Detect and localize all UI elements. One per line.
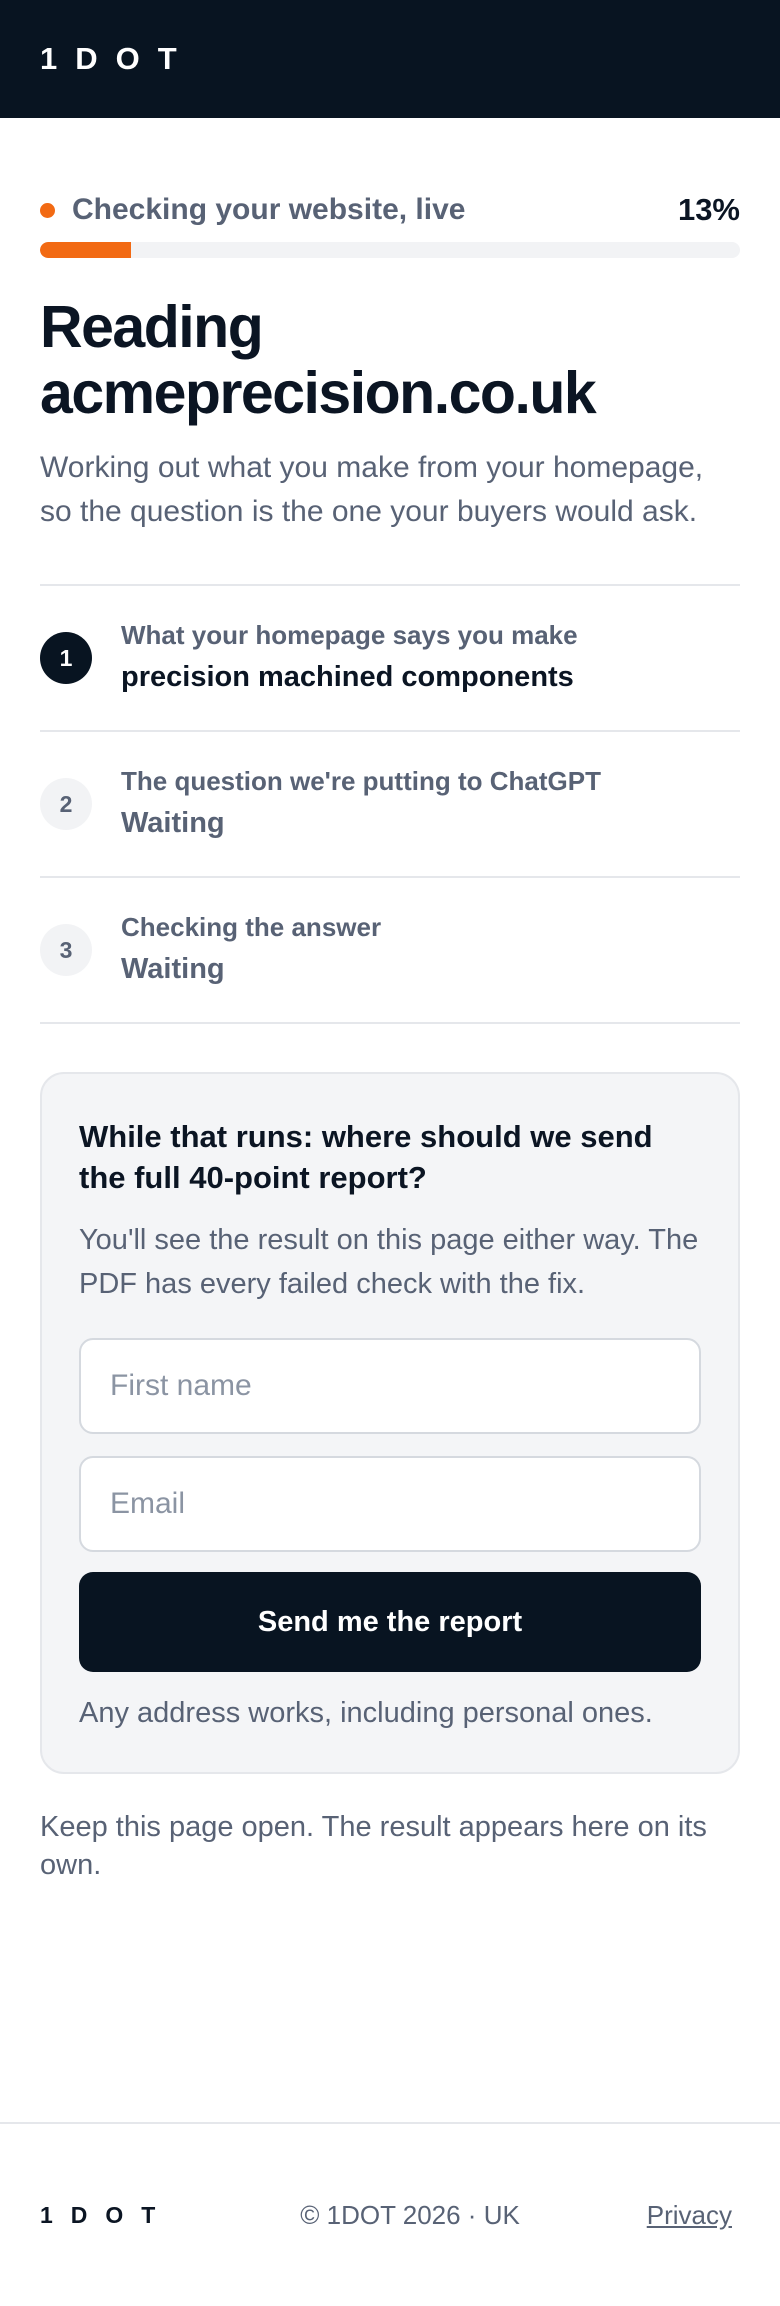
step-2: 2 The question we're putting to ChatGPT …: [40, 732, 740, 878]
report-card-title: While that runs: where should we send th…: [79, 1119, 653, 1195]
send-report-button[interactable]: Send me the report: [79, 1572, 701, 1672]
step-number-badge: 3: [40, 924, 92, 976]
progress-percent: 13%: [677, 192, 740, 227]
brand-logo[interactable]: 1DOT: [40, 41, 195, 77]
step-label: The question we're putting to ChatGPT: [121, 766, 601, 796]
copyright-text: © 1DOT 2026 · UK: [300, 2199, 520, 2230]
step-value: Waiting: [121, 953, 225, 985]
page-subtitle: Working out what you make from your home…: [40, 451, 704, 528]
page-title-domain: acmeprecision.co.uk: [40, 360, 597, 426]
keep-open-notice: Keep this page open. The result appears …: [40, 1811, 707, 1881]
steps-list: 1 What your homepage says you make preci…: [40, 584, 740, 1024]
live-status-dot-icon: [40, 202, 55, 218]
step-number-badge: 1: [40, 632, 92, 684]
step-label: Checking the answer: [121, 912, 382, 942]
step-label: What your homepage says you make: [121, 620, 578, 650]
email-note: Any address works, including personal on…: [79, 1697, 653, 1729]
step-value: precision machined components: [121, 661, 574, 693]
step-3: 3 Checking the answer Waiting: [40, 878, 740, 1024]
progress-bar-fill: [40, 242, 131, 258]
page-title: Reading acmeprecision.co.uk: [40, 294, 740, 426]
progress-header: Checking your website, live 13%: [40, 192, 740, 228]
first-name-input[interactable]: [79, 1338, 701, 1434]
top-bar: 1DOT: [0, 0, 780, 118]
step-1: 1 What your homepage says you make preci…: [40, 586, 740, 732]
email-input[interactable]: [79, 1456, 701, 1552]
status: Checking your website, live: [40, 193, 465, 227]
progress-bar: [40, 242, 740, 258]
status-text: Checking your website, live: [72, 193, 466, 226]
main-content: Checking your website, live 13% Reading …: [0, 192, 780, 1884]
report-signup-card: While that runs: where should we send th…: [40, 1072, 740, 1774]
footer: 1DOT © 1DOT 2026 · UK Privacy: [0, 2122, 780, 2306]
step-value: Waiting: [121, 807, 225, 839]
step-number-badge: 2: [40, 778, 92, 830]
report-card-description: You'll see the result on this page eithe…: [79, 1224, 699, 1300]
page-title-line-1: Reading: [40, 294, 264, 360]
privacy-link[interactable]: Privacy: [647, 2200, 732, 2231]
footer-logo[interactable]: 1DOT: [40, 2202, 173, 2229]
